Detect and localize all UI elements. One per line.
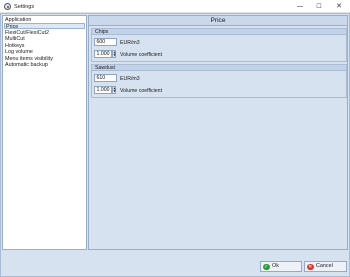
title-bar: Settings — ☐ ✕ [0,0,350,13]
stepper-down-icon[interactable]: ▼ [113,54,116,57]
cancel-button-label: Cancel [316,263,333,269]
nav-item-automatic-backup[interactable]: Automatic backup [4,62,85,68]
settings-app-icon [4,3,11,10]
cancel-button[interactable]: ✕ Cancel [304,261,347,272]
ok-button-label: Ok [272,263,279,269]
nav-item-price[interactable]: Price [4,23,85,30]
sawdust-group: Sawdust 610 EUR/m3 1.000 ▲ ▼ Volume coef… [91,64,347,98]
sawdust-volume-coefficient-input[interactable]: 1.000 [94,86,112,94]
nav-item-flexicut[interactable]: FlexiCut/FlexiCut2 [4,30,85,36]
chips-volume-coefficient-label: Volume coefficient [120,52,163,58]
nav-item-hotkeys[interactable]: Hotkeys [4,43,85,49]
settings-window: Application Price FlexiCut/FlexiCut2 Mul… [0,13,350,277]
nav-item-multicut[interactable]: MultiCut [4,36,85,42]
sawdust-coefficient-stepper[interactable]: ▲ ▼ [112,86,116,94]
chips-volume-coefficient-input[interactable]: 1.000 [94,50,112,58]
nav-item-menu-items-visibility[interactable]: Menu items visibility [4,56,85,62]
nav-item-application[interactable]: Application [4,17,85,23]
cross-icon: ✕ [307,263,314,270]
settings-nav-list: Application Price FlexiCut/FlexiCut2 Mul… [2,15,87,250]
sawdust-price-input[interactable]: 610 [94,74,117,82]
chips-coefficient-stepper[interactable]: ▲ ▼ [112,50,116,58]
nav-item-log-volume[interactable]: Log volume [4,49,85,55]
stepper-down-icon[interactable]: ▼ [113,90,116,93]
close-button[interactable]: ✕ [330,0,348,13]
sawdust-price-unit: EUR/m3 [120,76,140,82]
chips-group-title: Chips [92,29,346,36]
chips-price-unit: EUR/m3 [120,40,140,46]
check-icon: ✓ [263,263,270,270]
chips-group: Chips 600 EUR/m3 1.000 ▲ ▼ Volume coeffi… [91,28,347,62]
ok-button[interactable]: ✓ Ok [260,261,302,272]
chips-price-input[interactable]: 600 [94,38,117,46]
window-title: Settings [14,3,35,10]
maximize-button[interactable]: ☐ [310,0,328,13]
page-title: Price [89,16,347,26]
sawdust-group-title: Sawdust [92,65,346,72]
sawdust-volume-coefficient-label: Volume coefficient [120,88,163,94]
price-settings-panel: Price Chips 600 EUR/m3 1.000 ▲ ▼ Volume … [88,15,348,250]
minimize-button[interactable]: — [291,0,309,13]
